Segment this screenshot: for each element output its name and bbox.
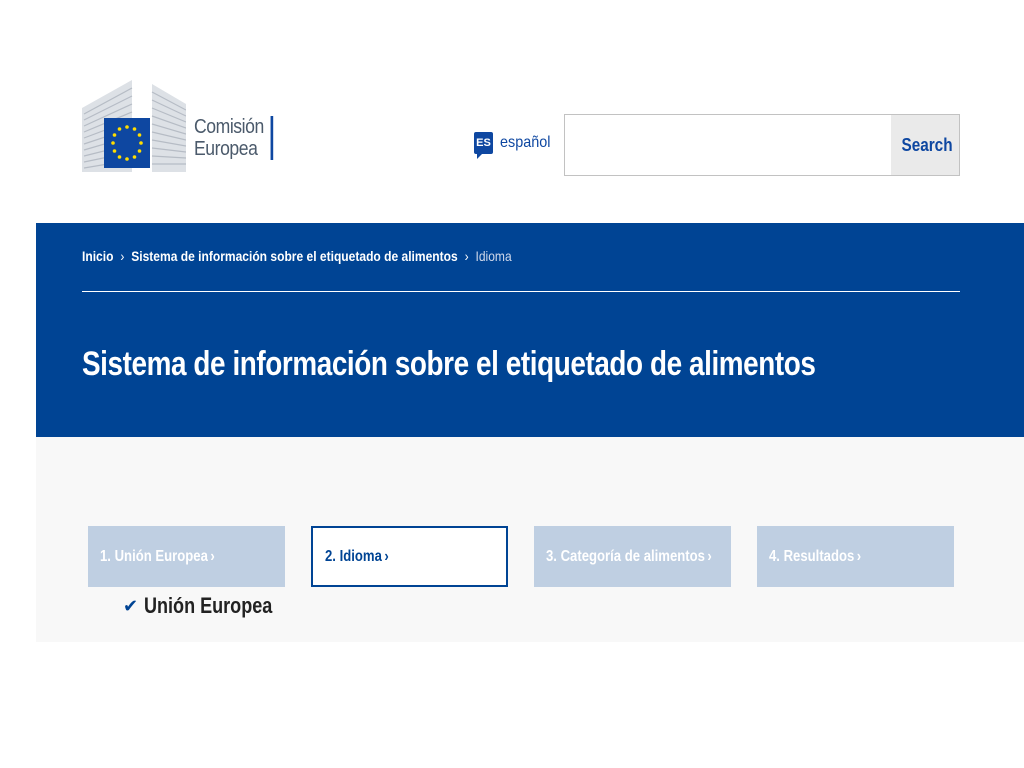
berlaymont-building-icon: [82, 80, 186, 172]
language-label: español: [500, 134, 551, 151]
breadcrumb: Inicio › Sistema de información sobre el…: [82, 248, 582, 264]
logo-wordmark: Comisión Europea: [194, 116, 274, 160]
step-union-europea[interactable]: 1. Unión Europea ›: [88, 526, 285, 587]
breadcrumb-separator-icon: ›: [120, 248, 125, 264]
selected-region-label: Unión Europea: [144, 593, 273, 618]
step-label: 4. Resultados: [769, 547, 855, 565]
logo-line-2: Europea: [194, 138, 258, 160]
search-button-label: Search: [901, 134, 953, 155]
wizard-steps: 1. Unión Europea › 2. Idioma › 3. Categorí…: [88, 526, 954, 587]
language-selector[interactable]: ES español: [474, 132, 556, 159]
chevron-right-icon: ›: [707, 547, 712, 565]
step-label: 3. Categoría de alimentos: [546, 547, 705, 565]
breadcrumb-link-sistema[interactable]: Sistema de información sobre el etiqueta…: [131, 248, 458, 264]
chevron-right-icon: ›: [384, 547, 389, 565]
step-label: 1. Unión Europea: [100, 547, 208, 565]
selected-region: ✔ Unión Europea: [123, 593, 301, 619]
search-input[interactable]: [565, 115, 891, 175]
logo-line-1: Comisión: [194, 116, 264, 138]
wizard-content: 1. Unión Europea › 2. Idioma › 3. Categorí…: [36, 437, 1024, 642]
page-title: Sistema de información sobre el etiqueta…: [82, 345, 816, 383]
breadcrumb-divider: [82, 291, 960, 292]
chevron-right-icon: ›: [856, 547, 862, 565]
page-header-banner: Inicio › Sistema de información sobre el…: [36, 223, 1024, 437]
page: Comisión Europea ES español Search Inici…: [0, 0, 1024, 768]
step-categoria-alimentos[interactable]: 3. Categoría de alimentos ›: [534, 526, 731, 587]
step-label: 2. Idioma: [325, 547, 382, 565]
search-bar: Search: [564, 114, 960, 176]
search-button[interactable]: Search: [891, 115, 959, 175]
chevron-right-icon: ›: [210, 547, 215, 565]
breadcrumb-separator-icon: ›: [464, 248, 469, 264]
european-commission-logo[interactable]: Comisión Europea: [82, 80, 274, 172]
breadcrumb-link-inicio[interactable]: Inicio: [82, 248, 113, 264]
language-code-icon: ES: [474, 132, 493, 159]
step-idioma[interactable]: 2. Idioma ›: [311, 526, 508, 587]
breadcrumb-current: Idioma: [475, 248, 512, 264]
checkmark-icon: ✔: [123, 595, 139, 616]
step-resultados[interactable]: 4. Resultados ›: [757, 526, 954, 587]
